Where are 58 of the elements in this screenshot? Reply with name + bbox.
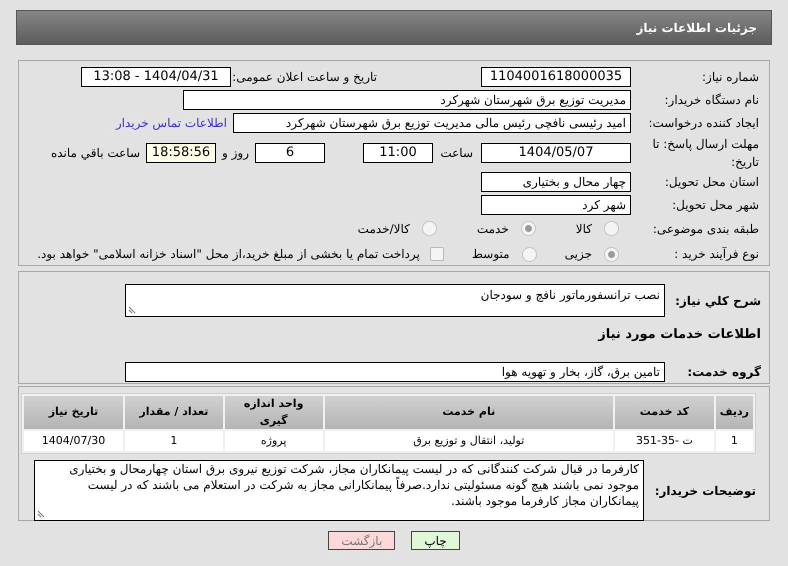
radio-button[interactable]: [604, 221, 619, 236]
services-heading: اطلاعات خدمات مورد نیاز: [596, 326, 761, 344]
table-cell: پروژه: [224, 431, 323, 451]
radio-label: جزیی: [564, 246, 592, 263]
radio-button[interactable]: [604, 246, 619, 262]
field-label: ایجاد کننده درخواست:: [647, 115, 759, 132]
field-label: توضیحات خریدار:: [654, 482, 756, 500]
column-header: کد خدمت: [615, 396, 714, 429]
table-cell: 1: [716, 431, 753, 451]
remaining-time-field[interactable]: 18:58:56: [146, 142, 216, 163]
table-cell: تولید، انتقال و توزیع برق: [324, 431, 614, 451]
buyer-contact-link[interactable]: اطلاعات تماس خریدار: [116, 114, 227, 132]
print-button[interactable]: چاپ: [411, 531, 460, 550]
table-cell: ت -35-351: [615, 431, 714, 451]
remaining-label: ساعت باقي مانده: [50, 144, 140, 162]
payment-label: پرداخت تمام یا بخشی از مبلغ خرید،از محل "اسناد خزانه اسلامی" خواهد بود.: [37, 246, 420, 263]
field-label: نوع فرآیند خرید :: [673, 246, 759, 263]
field-label: استان محل تحویل:: [664, 174, 759, 191]
page-title: جزئیات اطلاعات نیاز: [636, 20, 757, 36]
time-label: ساعت: [441, 144, 473, 162]
field-label: شرح کلي نیاز:: [674, 292, 761, 310]
days-label: روز و: [222, 144, 249, 162]
deadline-date-field[interactable]: 1404/05/07: [481, 142, 631, 163]
field-label: گروه خدمت:: [686, 364, 761, 380]
radio-label: كالا/خدمت: [358, 220, 410, 238]
field-label: شهر محل تحویل:: [671, 196, 759, 214]
radio-label: كالا: [576, 220, 592, 238]
notes-textarea[interactable]: کارفرما در قبال شرکت کنندگانی که در لیست پیمانکاران مجاز، شرکت توزیع نیروی برق استان چهارمحال و بختیاری موجود نمی باشند هیچ گونه مسئولیتی ندارد.صرفاً پیمانکارانی مجاز به شرکت در استعلام می باشند که در لیست پیمانکاران مجاز کارفرما موجود باشند.: [34, 460, 644, 521]
field-label: مهلت ارسال پاسخ: تا تاریخ:: [651, 136, 759, 171]
radio-label: متوسط: [472, 246, 510, 263]
field-label: تاریخ و ساعت اعلان عمومی:: [231, 69, 377, 86]
column-header: تعداد / مقدار: [125, 396, 223, 429]
radio-button[interactable]: [520, 221, 536, 236]
radio-button[interactable]: [422, 221, 437, 236]
deadline-time-field[interactable]: 11:00: [363, 142, 433, 163]
column-header: تاریخ نیاز: [24, 396, 123, 429]
summary-textarea[interactable]: نصب ترانسفورماتور نافچ و سودجان: [125, 284, 665, 317]
radio-label: خدمت: [476, 220, 509, 238]
resize-grip-icon[interactable]: [128, 306, 136, 314]
column-header: نام خدمت: [324, 396, 614, 429]
field-label: نام دستگاه خریدار:: [664, 92, 759, 110]
column-header: ردیف: [716, 396, 753, 429]
days-field[interactable]: 6: [255, 142, 325, 163]
column-header: واحد اندازه گیری: [224, 396, 323, 429]
table-cell: 1: [125, 431, 223, 451]
field-label: طبقه بندی موضوعی:: [652, 220, 759, 238]
buyer-org-field[interactable]: مدیریت توزیع برق شهرستان شهرکرد: [183, 90, 631, 110]
service-group-field[interactable]: تامین برق، گاز، بخار و تهویه هوا: [125, 362, 665, 382]
city-field[interactable]: شهر کرد: [481, 194, 631, 215]
field-label: شماره نیاز:: [701, 69, 759, 86]
radio-button[interactable]: [522, 246, 537, 262]
need-number-field[interactable]: 1104001618000035: [481, 67, 631, 88]
requester-field[interactable]: امید رئیسی نافچی رئیس مالی مدیریت توزیع برق شهرستان شهرکرد: [233, 113, 631, 134]
checkbox[interactable]: [430, 247, 444, 261]
province-field[interactable]: چهار محال و بختیاری: [481, 172, 631, 192]
announce-date-field[interactable]: 1404/04/31 - 13:08: [81, 67, 231, 88]
resize-grip-icon[interactable]: [37, 510, 45, 518]
table-cell: 1404/07/30: [24, 431, 123, 451]
